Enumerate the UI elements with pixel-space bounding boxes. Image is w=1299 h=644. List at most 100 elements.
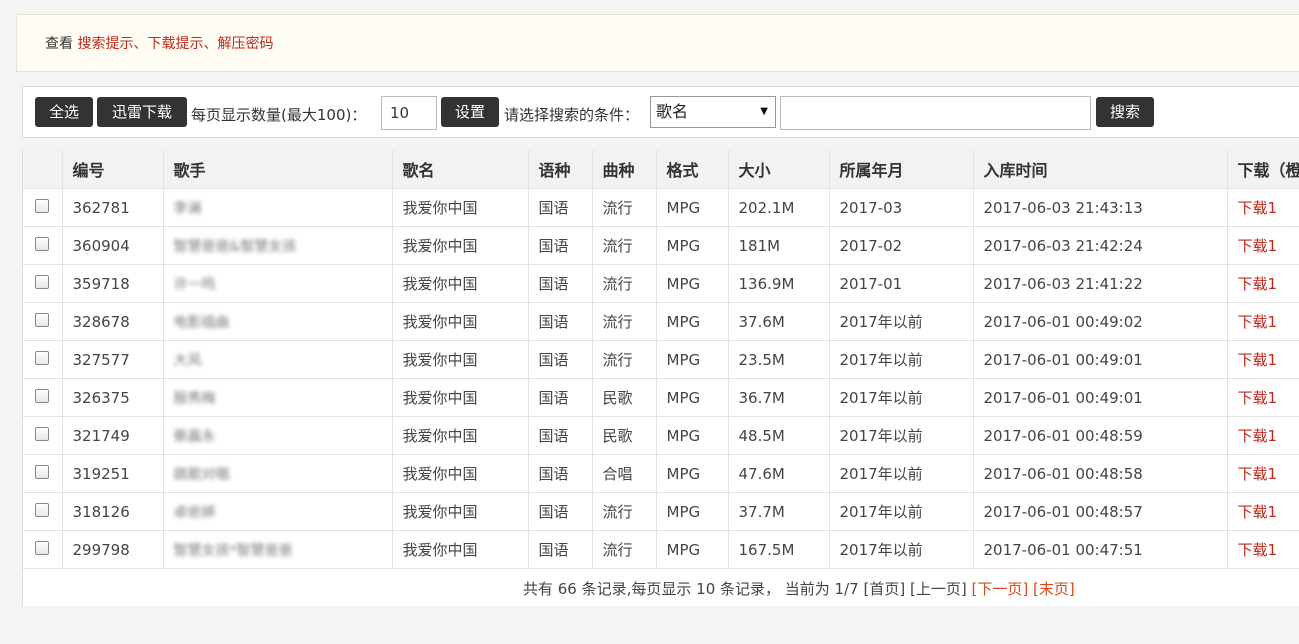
row-checkbox[interactable] [35,237,50,251]
cell-format: MPG [656,454,729,493]
row-checkbox-cell [23,530,63,569]
cell-genre: 流行 [592,188,657,227]
download-link[interactable]: 下载1 [1227,454,1299,493]
cell-singer: 卓依婷 [163,492,393,531]
cell-month: 2017年以前 [829,454,974,493]
search-button[interactable]: 搜索 [1096,97,1154,127]
row-checkbox[interactable] [35,351,50,365]
cell-id: 328678 [62,302,164,341]
cell-title: 我爱你中国 [392,226,529,265]
header-size[interactable]: 大小 [728,150,830,189]
download-tips-link[interactable]: 下载提示 [147,36,203,52]
cell-format: MPG [656,264,729,303]
cell-size: 47.6M [728,454,830,493]
header-download[interactable]: 下载（橙 [1227,150,1299,189]
cell-singer: 蔡晨永 [163,416,393,455]
header-genre[interactable]: 曲种 [592,150,657,189]
row-checkbox[interactable] [35,541,50,555]
download-link[interactable]: 下载1 [1227,492,1299,531]
row-checkbox[interactable] [35,465,50,479]
cell-added-time: 2017-06-01 00:47:51 [973,530,1228,569]
cell-id: 362781 [62,188,164,227]
notice-separator: 、 [203,36,218,52]
download-link[interactable]: 下载1 [1227,340,1299,379]
cell-genre: 流行 [592,492,657,531]
row-checkbox[interactable] [35,389,50,403]
header-format[interactable]: 格式 [656,150,729,189]
cell-genre: 流行 [592,264,657,303]
cell-id: 319251 [62,454,164,493]
table-row: 362781 李澜 我爱你中国 国语 流行 MPG 202.1M 2017-03 2017-06… [23,188,1299,227]
cell-title: 我爱你中国 [392,530,529,569]
table-row: 327577 大风 我爱你中国 国语 流行 MPG 23.5M 2017年以前 2017-06-… [23,340,1299,379]
cell-month: 2017年以前 [829,378,974,417]
first-page-link[interactable]: [首页] [863,580,905,598]
cell-singer: 跳歌对唱 [163,454,393,493]
header-id[interactable]: 编号 [62,150,164,189]
singer-name: 殷秀梅 [173,390,216,407]
cell-singer: 智慧爸爸&智慧女孩 [163,226,393,265]
header-title[interactable]: 歌名 [392,150,529,189]
cell-added-time: 2017-06-01 00:48:58 [973,454,1228,493]
search-tips-link[interactable]: 搜索提示 [77,36,133,52]
table-row: 318126 卓依婷 我爱你中国 国语 流行 MPG 37.7M 2017年以前 2017-06… [23,492,1299,531]
cell-genre: 民歌 [592,378,657,417]
row-checkbox[interactable] [35,427,50,441]
cell-id: 359718 [62,264,164,303]
cell-singer: 大风 [163,340,393,379]
condition-select[interactable]: 歌名 ▼ [650,96,776,128]
cell-size: 36.7M [728,378,830,417]
notice-bar: 查看 搜索提示、下载提示、解压密码 [16,14,1299,72]
toolbar: 全选 迅雷下载 每页显示数量(最大100)： 10 设置 请选择搜索的条件： 歌… [22,86,1299,138]
header-language[interactable]: 语种 [528,150,593,189]
cell-language: 国语 [528,416,593,455]
header-added-time[interactable]: 入库时间 [973,150,1228,189]
row-checkbox-cell [23,340,63,379]
cell-size: 181M [728,226,830,265]
table-row: 359718 许一鸣 我爱你中国 国语 流行 MPG 136.9M 2017-01 2017-0… [23,264,1299,303]
set-per-page-button[interactable]: 设置 [441,97,499,127]
download-link[interactable]: 下载1 [1227,378,1299,417]
search-input[interactable] [780,96,1091,130]
cell-singer: 许一鸣 [163,264,393,303]
row-checkbox[interactable] [35,199,50,213]
download-link[interactable]: 下载1 [1227,416,1299,455]
cell-genre: 合唱 [592,454,657,493]
singer-name: 许一鸣 [173,276,216,293]
cell-title: 我爱你中国 [392,340,529,379]
download-link[interactable]: 下载1 [1227,302,1299,341]
row-checkbox-cell [23,226,63,265]
last-page-link[interactable]: [末页] [1033,580,1075,598]
singer-name: 电影插曲 [173,314,230,331]
cell-id: 360904 [62,226,164,265]
cell-title: 我爱你中国 [392,188,529,227]
unzip-password-link[interactable]: 解压密码 [217,36,273,52]
cell-format: MPG [656,492,729,531]
next-page-link[interactable]: [下一页] [971,580,1028,598]
row-checkbox[interactable] [35,275,50,289]
select-all-button[interactable]: 全选 [35,97,93,127]
row-checkbox-cell [23,416,63,455]
header-singer[interactable]: 歌手 [163,150,393,189]
results-table: 编号 歌手 歌名 语种 曲种 格式 大小 所属年月 入库时间 下载（橙 3627… [23,150,1299,569]
download-link[interactable]: 下载1 [1227,188,1299,227]
download-link[interactable]: 下载1 [1227,530,1299,569]
per-page-input[interactable]: 10 [381,96,437,130]
header-month[interactable]: 所属年月 [829,150,974,189]
cell-added-time: 2017-06-03 21:41:22 [973,264,1228,303]
cell-format: MPG [656,188,729,227]
condition-selected-value: 歌名 [656,102,689,121]
download-link[interactable]: 下载1 [1227,264,1299,303]
thunder-download-button[interactable]: 迅雷下载 [97,97,187,127]
table-header-row: 编号 歌手 歌名 语种 曲种 格式 大小 所属年月 入库时间 下载（橙 [23,150,1299,189]
row-checkbox[interactable] [35,313,50,327]
row-checkbox[interactable] [35,503,50,517]
cell-added-time: 2017-06-01 00:49:01 [973,340,1228,379]
condition-label: 请选择搜索的条件： [504,106,640,124]
prev-page-link[interactable]: [上一页] [910,580,967,598]
singer-name: 跳歌对唱 [173,466,230,483]
cell-language: 国语 [528,188,593,227]
singer-name: 智慧爸爸&智慧女孩 [173,238,297,255]
download-link[interactable]: 下载1 [1227,226,1299,265]
cell-format: MPG [656,302,729,341]
